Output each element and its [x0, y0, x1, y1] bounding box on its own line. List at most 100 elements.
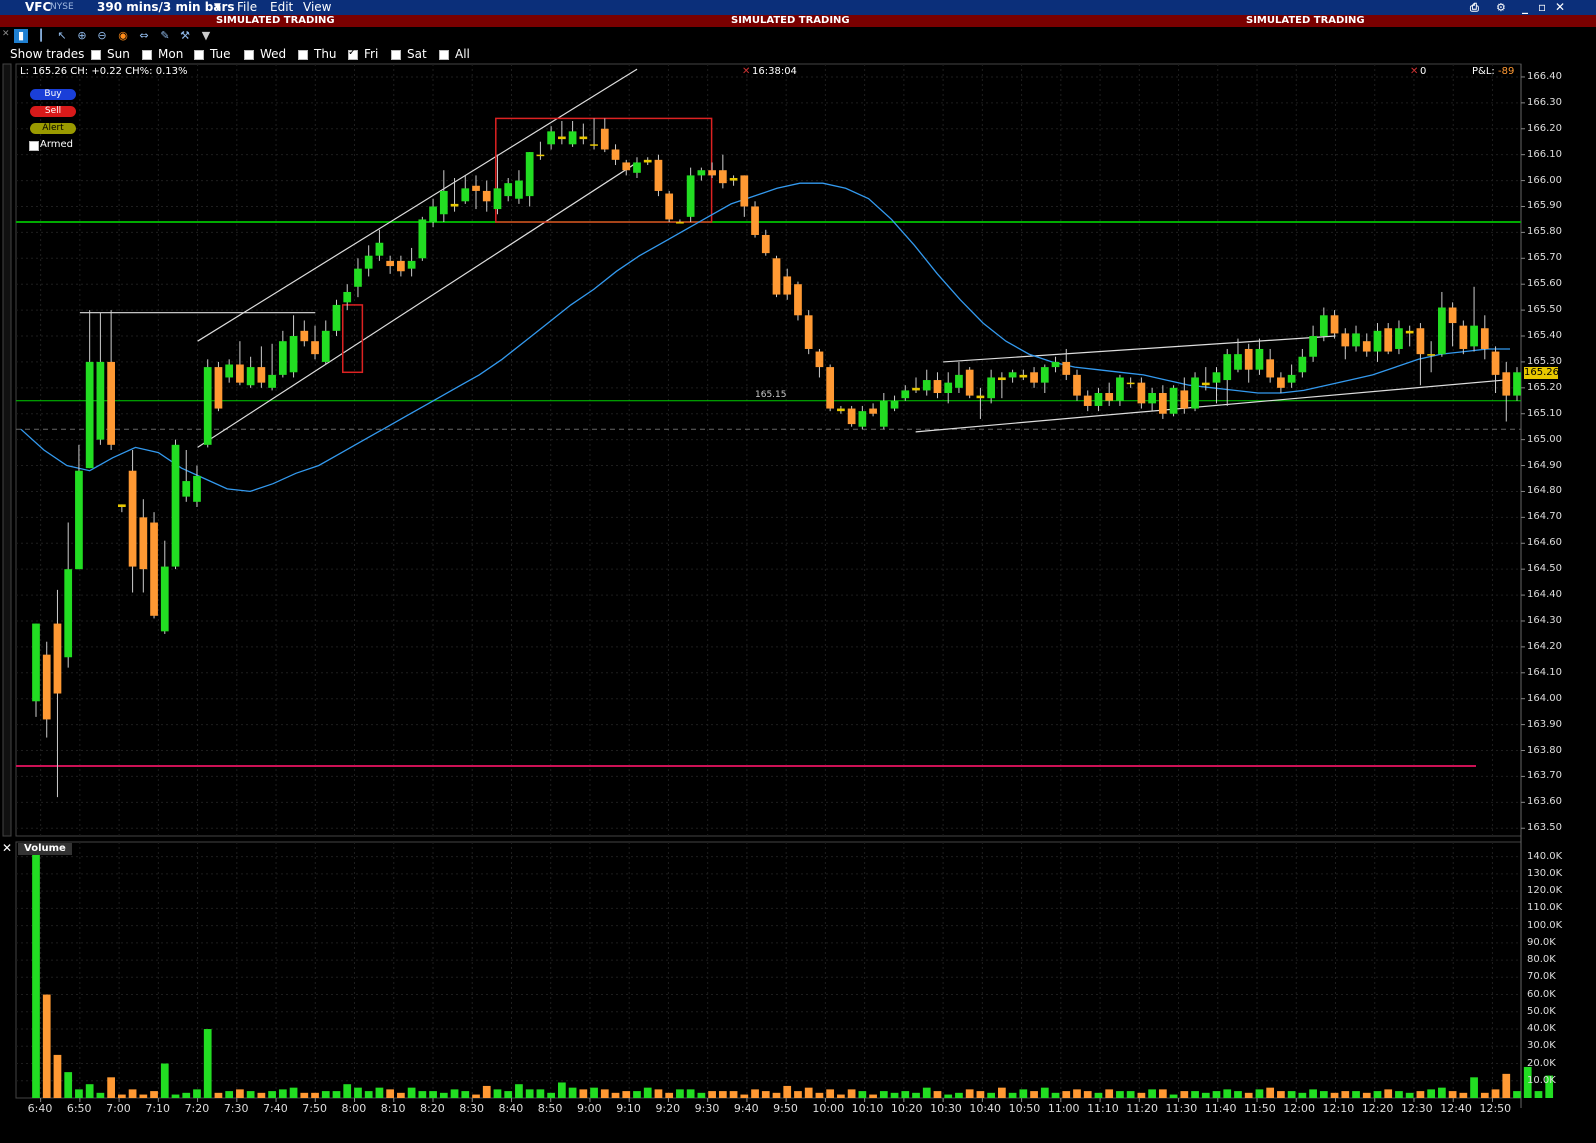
- candle-body: [171, 444, 180, 567]
- volume-bar: [203, 1029, 212, 1098]
- price-tick-label: 164.60: [1527, 537, 1562, 549]
- volume-bar: [1395, 1091, 1403, 1098]
- price-tick-label: 163.70: [1527, 770, 1562, 782]
- volume-tick-label: 30.0K: [1527, 1040, 1556, 1052]
- time-tick-label: 7:30: [223, 1102, 249, 1115]
- candle-body: [236, 364, 244, 383]
- time-tick-label: 7:40: [263, 1102, 288, 1115]
- candle-body: [1105, 393, 1114, 401]
- volume-bar: [364, 1091, 373, 1098]
- candle-body: [600, 128, 609, 150]
- volume-bar: [1116, 1091, 1124, 1098]
- volume-bar: [1470, 1077, 1478, 1098]
- candle-body: [96, 361, 105, 440]
- candle-body: [665, 193, 674, 220]
- candle-body: [772, 258, 781, 295]
- candle-body: [246, 367, 255, 386]
- volume-bar: [1319, 1091, 1328, 1098]
- volume-bar: [42, 994, 51, 1098]
- price-chart[interactable]: [0, 0, 1596, 1143]
- candle-body: [837, 408, 845, 412]
- candle-body: [1040, 367, 1049, 383]
- volume-bar: [1180, 1091, 1189, 1098]
- volume-tick-label: 60.0K: [1527, 988, 1556, 1000]
- volume-bar: [1094, 1092, 1103, 1098]
- volume-bar: [386, 1089, 395, 1098]
- candle-body: [1448, 307, 1457, 324]
- volume-bar: [1008, 1092, 1017, 1098]
- volume-bar: [53, 1054, 62, 1098]
- alert-button[interactable]: Alert: [30, 123, 76, 134]
- candle-body: [847, 408, 856, 425]
- volume-bar: [418, 1091, 427, 1098]
- volume-bar: [96, 1092, 105, 1098]
- volume-bar: [214, 1092, 223, 1098]
- volume-bar: [1223, 1089, 1232, 1098]
- volume-bar: [1362, 1092, 1371, 1098]
- volume-tick-label: 130.0K: [1527, 867, 1563, 879]
- volume-tick-label: 80.0K: [1527, 954, 1556, 966]
- candle-body: [879, 400, 888, 427]
- volume-bar: [944, 1094, 953, 1098]
- candle-body: [643, 159, 652, 163]
- volume-bar: [375, 1087, 384, 1098]
- volume-bar: [397, 1092, 405, 1098]
- volume-bar: [665, 1092, 674, 1098]
- volume-bar: [171, 1094, 180, 1098]
- time-tick-label: 11:10: [1087, 1102, 1119, 1115]
- time-tick-label: 10:40: [969, 1102, 1002, 1115]
- candle-body: [1030, 372, 1038, 383]
- volume-bar: [1277, 1091, 1285, 1098]
- volume-bar: [643, 1087, 652, 1098]
- candle-body: [729, 177, 738, 181]
- volume-bar: [1330, 1092, 1339, 1098]
- volume-bar: [1051, 1092, 1060, 1098]
- volume-bar: [515, 1084, 523, 1098]
- volume-bar: [912, 1092, 920, 1098]
- sell-button[interactable]: Sell: [30, 106, 76, 117]
- candle-body: [182, 481, 191, 497]
- volume-bar: [1105, 1089, 1114, 1098]
- price-tick-label: 166.30: [1527, 96, 1562, 108]
- volume-bar: [117, 1094, 126, 1098]
- price-tick-label: 164.20: [1527, 640, 1562, 652]
- candle-body: [1309, 336, 1317, 357]
- clock-close-icon[interactable]: ✕: [742, 66, 750, 77]
- candle-body: [139, 517, 148, 570]
- candle-body: [933, 380, 942, 394]
- volume-bar: [1384, 1089, 1393, 1098]
- candlesticks: [32, 118, 1521, 798]
- volume-bar: [525, 1089, 534, 1098]
- volume-bar: [193, 1089, 201, 1098]
- time-tick-label: 8:30: [459, 1102, 484, 1115]
- volume-panel-border: [15, 841, 1522, 1099]
- candle-body: [1116, 377, 1124, 401]
- price-tick-label: 165.60: [1527, 278, 1562, 290]
- volume-bar: [289, 1087, 298, 1098]
- price-tick-label: 164.50: [1527, 563, 1562, 575]
- buy-button[interactable]: Buy: [30, 89, 76, 100]
- volume-bar: [622, 1091, 631, 1098]
- volume-close-icon[interactable]: ✕: [2, 841, 12, 855]
- volume-bar: [450, 1089, 459, 1098]
- candle-body: [1459, 325, 1468, 349]
- price-tick-label: 164.90: [1527, 459, 1562, 471]
- armed-checkbox[interactable]: [29, 141, 39, 151]
- candle-body: [901, 390, 910, 399]
- volume-bar: [1073, 1089, 1081, 1098]
- candle-body: [128, 470, 137, 567]
- candle-body: [397, 260, 405, 272]
- time-tick-label: 12:00: [1283, 1102, 1315, 1115]
- position-close-icon[interactable]: ✕: [1410, 66, 1418, 77]
- price-tick-label: 165.80: [1527, 226, 1562, 238]
- volume-bar: [150, 1091, 158, 1098]
- volume-bar: [987, 1092, 996, 1098]
- volume-bar: [461, 1091, 470, 1098]
- candle-body: [1158, 393, 1167, 414]
- candle-body: [579, 136, 588, 140]
- candle-body: [794, 284, 802, 316]
- price-tick-label: 163.50: [1527, 822, 1562, 834]
- price-tick-label: 164.70: [1527, 511, 1562, 523]
- candle-body: [429, 206, 437, 223]
- time-tick-label: 9:10: [616, 1102, 641, 1115]
